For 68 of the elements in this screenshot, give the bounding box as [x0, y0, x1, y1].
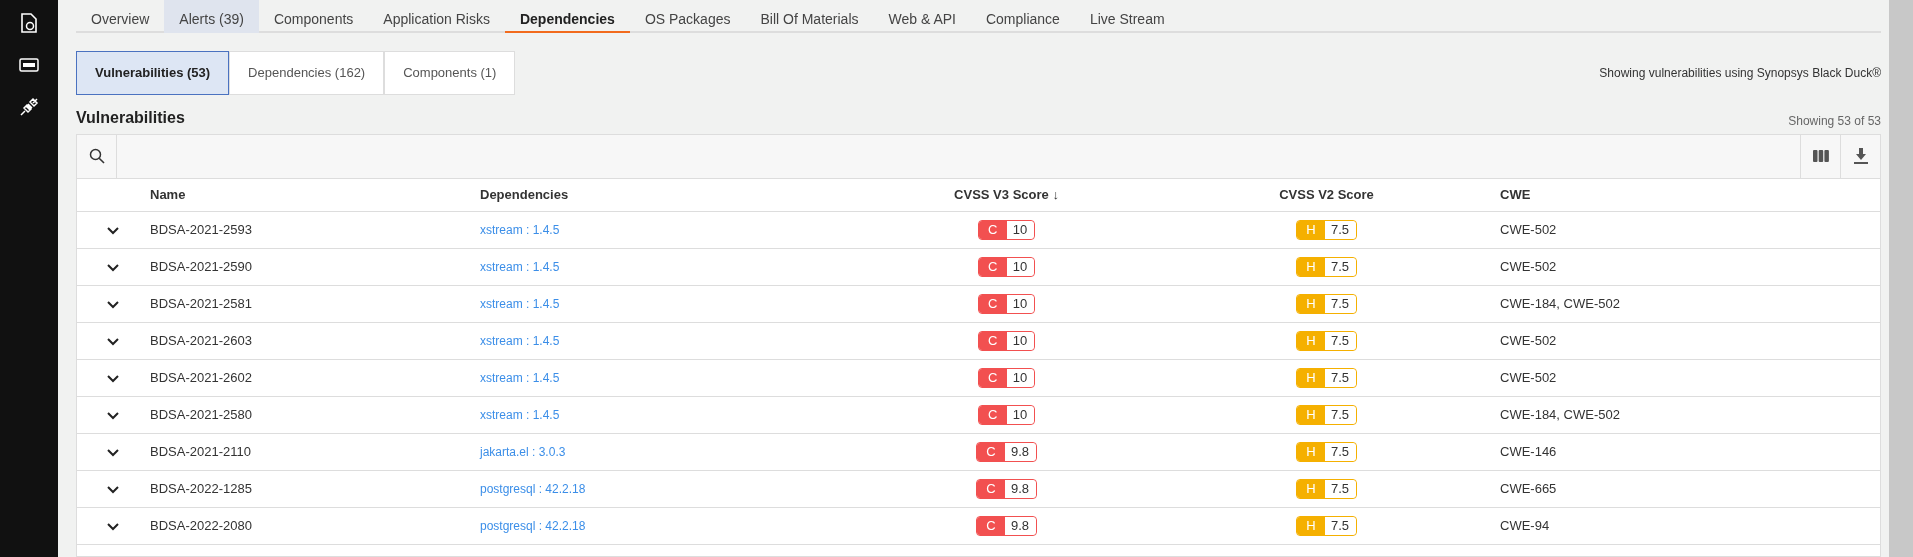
severity-badge: H 7.5 — [1295, 220, 1358, 240]
column-header: Dependencies — [479, 178, 859, 212]
table-cell: BDSA-2021-2602 — [150, 370, 252, 386]
dependency-link[interactable]: xstream : 1.4.5 — [480, 371, 560, 386]
dependency-link[interactable]: xstream : 1.4.5 — [480, 408, 560, 423]
nav-tab[interactable]: Bill Of Materials — [745, 0, 874, 33]
section-title: Vulnerabilities — [76, 107, 185, 128]
dependency-link[interactable]: xstream : 1.4.5 — [480, 260, 560, 275]
table-cell: BDSA-2022-1285 — [150, 481, 252, 497]
table-cell: BDSA-2021-2603 — [150, 333, 252, 349]
table-cell: BDSA-2021-2581 — [150, 296, 252, 312]
nav-tab[interactable]: Dependencies — [504, 0, 630, 33]
table-cell: CWE-502 — [1500, 259, 1557, 275]
view-tab[interactable]: Components (1) — [384, 51, 516, 95]
table-cell: CWE-184, CWE-502 — [1500, 407, 1620, 423]
severity-badge: H 7.5 — [1295, 516, 1358, 536]
column-header: CWE — [1499, 178, 1690, 212]
table-cell: CWE-502 — [1500, 333, 1557, 349]
dependency-link[interactable]: xstream : 1.4.5 — [480, 334, 560, 349]
severity-badge: H 7.5 — [1295, 442, 1358, 462]
severity-badge: C 10 — [977, 405, 1036, 425]
nav-tab[interactable]: OS Packages — [629, 0, 746, 33]
table-cell: BDSA-2021-2590 — [150, 259, 252, 275]
download-icon — [1853, 148, 1868, 164]
severity-badge: C 10 — [977, 257, 1036, 277]
severity-badge: H 7.5 — [1295, 331, 1358, 351]
view-tab[interactable]: Vulnerabilities (53) — [76, 51, 230, 95]
columns-icon — [1812, 150, 1829, 162]
severity-badge: C 10 — [977, 220, 1036, 240]
severity-badge: H 7.5 — [1295, 294, 1358, 314]
table-cell: CWE-665 — [1500, 481, 1557, 497]
dependency-link[interactable]: jakarta.el : 3.0.3 — [480, 445, 566, 460]
dependency-link[interactable]: xstream : 1.4.5 — [480, 223, 560, 238]
severity-badge: C 10 — [977, 294, 1036, 314]
table-cell: CWE-184, CWE-502 — [1500, 296, 1620, 312]
table-cell: BDSA-2021-2593 — [150, 222, 252, 238]
nav-tab[interactable]: Components — [258, 0, 369, 33]
severity-badge: H 7.5 — [1295, 368, 1358, 388]
table-cell: BDSA-2021-2110 — [150, 444, 251, 460]
table-cell: CWE-146 — [1500, 444, 1557, 460]
table-cell: CWE-502 — [1500, 370, 1557, 386]
severity-badge: H 7.5 — [1295, 257, 1358, 277]
result-count: Showing 53 of 53 — [1788, 112, 1881, 130]
nav-tab[interactable]: Compliance — [970, 0, 1075, 33]
nav-tab[interactable]: Web & API — [873, 0, 971, 33]
severity-badge: H 7.5 — [1295, 479, 1358, 499]
table-cell: CWE-502 — [1500, 222, 1557, 238]
table-cell: BDSA-2021-2580 — [150, 407, 252, 423]
column-header: Name — [149, 178, 479, 212]
column-header: CVSS V3 Score ↓ — [859, 178, 1154, 212]
source-note: Showing vulnerabilities using Synopsys Black Duck® — [1599, 64, 1881, 82]
column-header: CVSS V2 Score — [1154, 178, 1499, 212]
view-tab[interactable]: Dependencies (162) — [229, 51, 385, 95]
table-cell: BDSA-2022-2080 — [150, 518, 252, 534]
dependency-link[interactable]: xstream : 1.4.5 — [480, 297, 560, 312]
nav-tab[interactable]: Overview — [76, 0, 165, 33]
severity-badge: H 7.5 — [1295, 405, 1358, 425]
search-icon — [88, 148, 105, 164]
scrollbar[interactable] — [1889, 0, 1913, 557]
severity-badge: C 10 — [977, 331, 1036, 351]
severity-badge: C 9.8 — [975, 442, 1038, 462]
table-cell: CWE-94 — [1500, 518, 1550, 534]
nav-tab[interactable]: Live Stream — [1074, 0, 1180, 33]
severity-badge: C 9.8 — [975, 479, 1038, 499]
severity-badge: C 10 — [977, 368, 1036, 388]
nav-tab[interactable]: Application Risks — [368, 0, 505, 33]
nav-tab[interactable]: Alerts (39) — [164, 0, 259, 33]
severity-badge: C 9.8 — [975, 516, 1038, 536]
